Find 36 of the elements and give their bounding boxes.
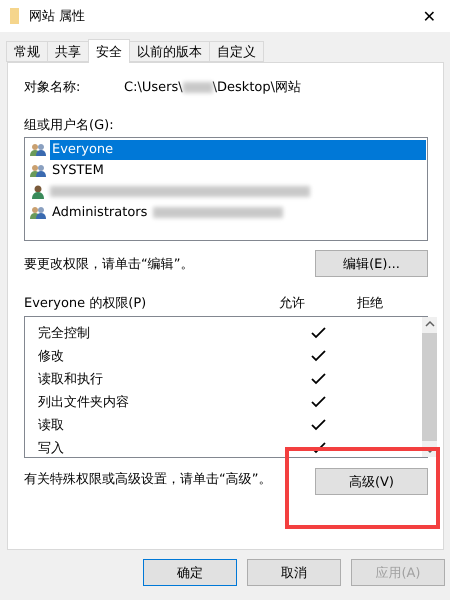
redaction-mark xyxy=(182,82,213,92)
advanced-button[interactable]: 高级(V) xyxy=(315,468,428,495)
edit-button[interactable]: 编辑(E)... xyxy=(315,250,428,277)
permission-name: 修改 xyxy=(37,348,65,364)
deny-header: 拒绝 xyxy=(357,295,383,312)
dialog-button[interactable]: 确定 xyxy=(143,559,237,586)
dialog-button[interactable]: 取消 xyxy=(247,559,341,586)
tab[interactable]: 常规 xyxy=(6,41,48,62)
allow-header: 允许 xyxy=(279,295,306,312)
tab[interactable]: 自定义 xyxy=(209,41,264,62)
folder-icon xyxy=(10,8,19,24)
users-icon xyxy=(30,142,46,156)
edit-hint: 要更改权限，请单击“编辑”。 xyxy=(24,256,194,272)
tab[interactable]: 安全 xyxy=(88,39,130,63)
close-button[interactable]: ✕ xyxy=(418,6,440,26)
user-icon xyxy=(30,184,46,198)
users-icon xyxy=(30,164,46,178)
users-label: 组或用户名(G): xyxy=(24,117,115,134)
permission-name: 读取和执行 xyxy=(37,370,104,388)
permissions-label: Everyone 的权限(P) xyxy=(24,295,148,312)
window-title: 网站 属性 xyxy=(29,8,86,25)
permission-name: 读取 xyxy=(37,416,65,434)
user-list-item[interactable]: SYSTEM xyxy=(50,160,106,180)
object-name-label: 对象名称: xyxy=(24,79,82,96)
permission-name: 列出文件夹内容 xyxy=(37,394,130,410)
user-list-item[interactable]: Everyone xyxy=(50,140,426,160)
advanced-hint: 有关特殊权限或高级设置，请单击“高级”。 xyxy=(24,471,272,488)
user-list-item[interactable]: Administrators xyxy=(50,202,150,222)
object-path: \Desktop\网站 xyxy=(212,79,301,96)
object-path: C:\Users\ xyxy=(124,80,183,94)
tab[interactable]: 共享 xyxy=(47,41,89,62)
permission-name: 写入 xyxy=(37,440,65,456)
users-icon xyxy=(30,206,46,220)
tab[interactable]: 以前的版本 xyxy=(129,41,210,62)
scrollbar[interactable] xyxy=(422,317,437,457)
permission-name: 完全控制 xyxy=(37,324,91,342)
